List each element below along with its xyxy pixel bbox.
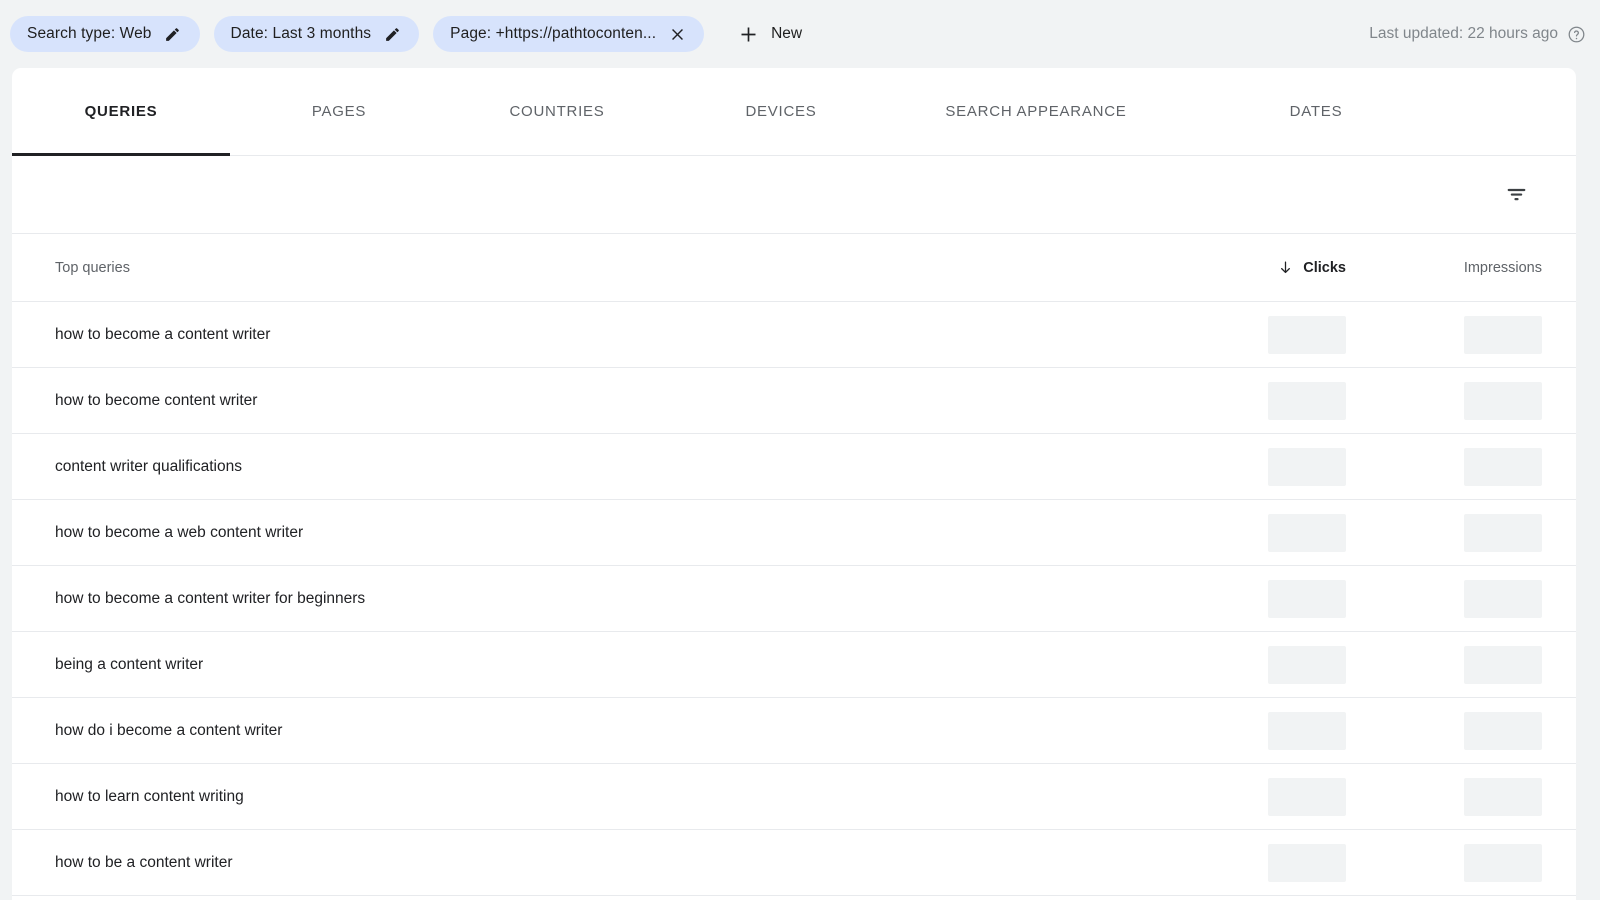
cell-impressions <box>1380 843 1576 882</box>
loading-placeholder <box>1464 579 1542 618</box>
new-filter-label: New <box>771 25 803 42</box>
loading-placeholder <box>1268 843 1346 882</box>
filter-list-icon[interactable] <box>1504 182 1529 207</box>
arrow-down-icon <box>1277 259 1294 276</box>
loading-placeholder <box>1268 513 1346 552</box>
tab-label: QUERIES <box>84 103 158 120</box>
cell-impressions <box>1380 447 1576 486</box>
table-row[interactable]: how to become a content writer <box>12 302 1576 368</box>
cell-clicks <box>1184 381 1380 420</box>
filter-bar: Search type: Web Date: Last 3 months Pag… <box>0 0 1600 68</box>
tab-countries[interactable]: COUNTRIES <box>448 68 666 156</box>
filter-chip-date[interactable]: Date: Last 3 months <box>213 16 420 52</box>
filter-chip-search-type[interactable]: Search type: Web <box>10 16 200 52</box>
cell-clicks <box>1184 513 1380 552</box>
cell-clicks <box>1184 447 1380 486</box>
table-toolbar <box>12 156 1576 234</box>
tab-label: SEARCH APPEARANCE <box>945 103 1127 120</box>
cell-query: how to become a content writer <box>55 325 271 343</box>
dimension-tabs: QUERIES PAGES COUNTRIES DEVICES SEARCH A… <box>12 68 1576 156</box>
cell-impressions <box>1380 579 1576 618</box>
cell-clicks <box>1184 579 1380 618</box>
cell-impressions <box>1380 645 1576 684</box>
column-header-top-queries[interactable]: Top queries <box>42 260 1184 276</box>
loading-placeholder <box>1464 381 1542 420</box>
cell-impressions <box>1380 777 1576 816</box>
cell-clicks <box>1184 777 1380 816</box>
cell-query: how to learn content writing <box>55 787 244 805</box>
pencil-icon[interactable] <box>382 24 402 44</box>
column-header-impressions-label: Impressions <box>1463 259 1542 276</box>
loading-placeholder <box>1464 777 1542 816</box>
tab-label: COUNTRIES <box>509 103 605 120</box>
cell-query: how to become a content writer for begin… <box>55 589 366 607</box>
last-updated: Last updated: 22 hours ago <box>1369 25 1586 44</box>
loading-placeholder <box>1268 777 1346 816</box>
report-card: QUERIES PAGES COUNTRIES DEVICES SEARCH A… <box>12 68 1576 900</box>
loading-placeholder <box>1268 447 1346 486</box>
last-updated-label: Last updated: 22 hours ago <box>1369 25 1558 42</box>
table-row[interactable]: how to learn content writing <box>12 764 1576 830</box>
cell-query: being a content writer <box>55 655 204 673</box>
loading-placeholder <box>1464 645 1542 684</box>
filter-chip-label: Page: +https://pathtoconten... <box>450 25 657 42</box>
tab-label: PAGES <box>311 103 367 120</box>
cell-impressions <box>1380 513 1576 552</box>
tab-search-appearance[interactable]: SEARCH APPEARANCE <box>896 68 1176 156</box>
help-circle-icon[interactable] <box>1567 25 1586 44</box>
tab-dates[interactable]: DATES <box>1176 68 1456 156</box>
cell-clicks <box>1184 711 1380 750</box>
tab-devices[interactable]: DEVICES <box>666 68 896 156</box>
table-row[interactable]: how to become content writer <box>12 368 1576 434</box>
pencil-icon[interactable] <box>163 24 183 44</box>
cell-impressions <box>1380 381 1576 420</box>
loading-placeholder <box>1268 579 1346 618</box>
tab-queries[interactable]: QUERIES <box>12 68 230 156</box>
cell-clicks <box>1184 645 1380 684</box>
tab-label: DEVICES <box>745 103 817 120</box>
filter-chip-label: Date: Last 3 months <box>230 25 372 42</box>
loading-placeholder <box>1464 447 1542 486</box>
table-row[interactable]: how to become a web content writer <box>12 500 1576 566</box>
new-filter-button[interactable]: New <box>728 16 814 52</box>
cell-impressions <box>1380 315 1576 354</box>
column-header-impressions[interactable]: Impressions <box>1380 260 1576 276</box>
loading-placeholder <box>1464 315 1542 354</box>
filter-chip-label: Search type: Web <box>27 25 152 42</box>
cell-query: how do i become a content writer <box>55 721 283 739</box>
cell-query: how to become content writer <box>55 391 258 409</box>
cell-clicks <box>1184 315 1380 354</box>
table-row[interactable]: how to be a content writer <box>12 830 1576 896</box>
column-header-clicks-label: Clicks <box>1303 259 1346 276</box>
table-row[interactable]: content writer qualifications <box>12 434 1576 500</box>
table-row[interactable]: how to become a content writer for begin… <box>12 566 1576 632</box>
table-header: Top queries Clicks Impressions <box>12 234 1576 302</box>
cell-query: how to become a web content writer <box>55 523 304 541</box>
loading-placeholder <box>1464 711 1542 750</box>
loading-placeholder <box>1268 315 1346 354</box>
loading-placeholder <box>1268 381 1346 420</box>
filter-chip-page[interactable]: Page: +https://pathtoconten... <box>433 16 705 52</box>
cell-impressions <box>1380 711 1576 750</box>
cell-query: content writer qualifications <box>55 457 242 475</box>
tab-pages[interactable]: PAGES <box>230 68 448 156</box>
table-body: how to become a content writer how to be… <box>12 302 1576 896</box>
table-row[interactable]: being a content writer <box>12 632 1576 698</box>
tab-label: DATES <box>1289 103 1343 120</box>
close-icon[interactable] <box>667 24 687 44</box>
cell-query: how to be a content writer <box>55 853 233 871</box>
tab-active-indicator <box>12 152 230 156</box>
loading-placeholder <box>1464 843 1542 882</box>
loading-placeholder <box>1464 513 1542 552</box>
column-header-clicks[interactable]: Clicks <box>1184 259 1380 276</box>
cell-clicks <box>1184 843 1380 882</box>
table-row[interactable]: how do i become a content writer <box>12 698 1576 764</box>
plus-icon <box>736 22 760 46</box>
loading-placeholder <box>1268 711 1346 750</box>
loading-placeholder <box>1268 645 1346 684</box>
